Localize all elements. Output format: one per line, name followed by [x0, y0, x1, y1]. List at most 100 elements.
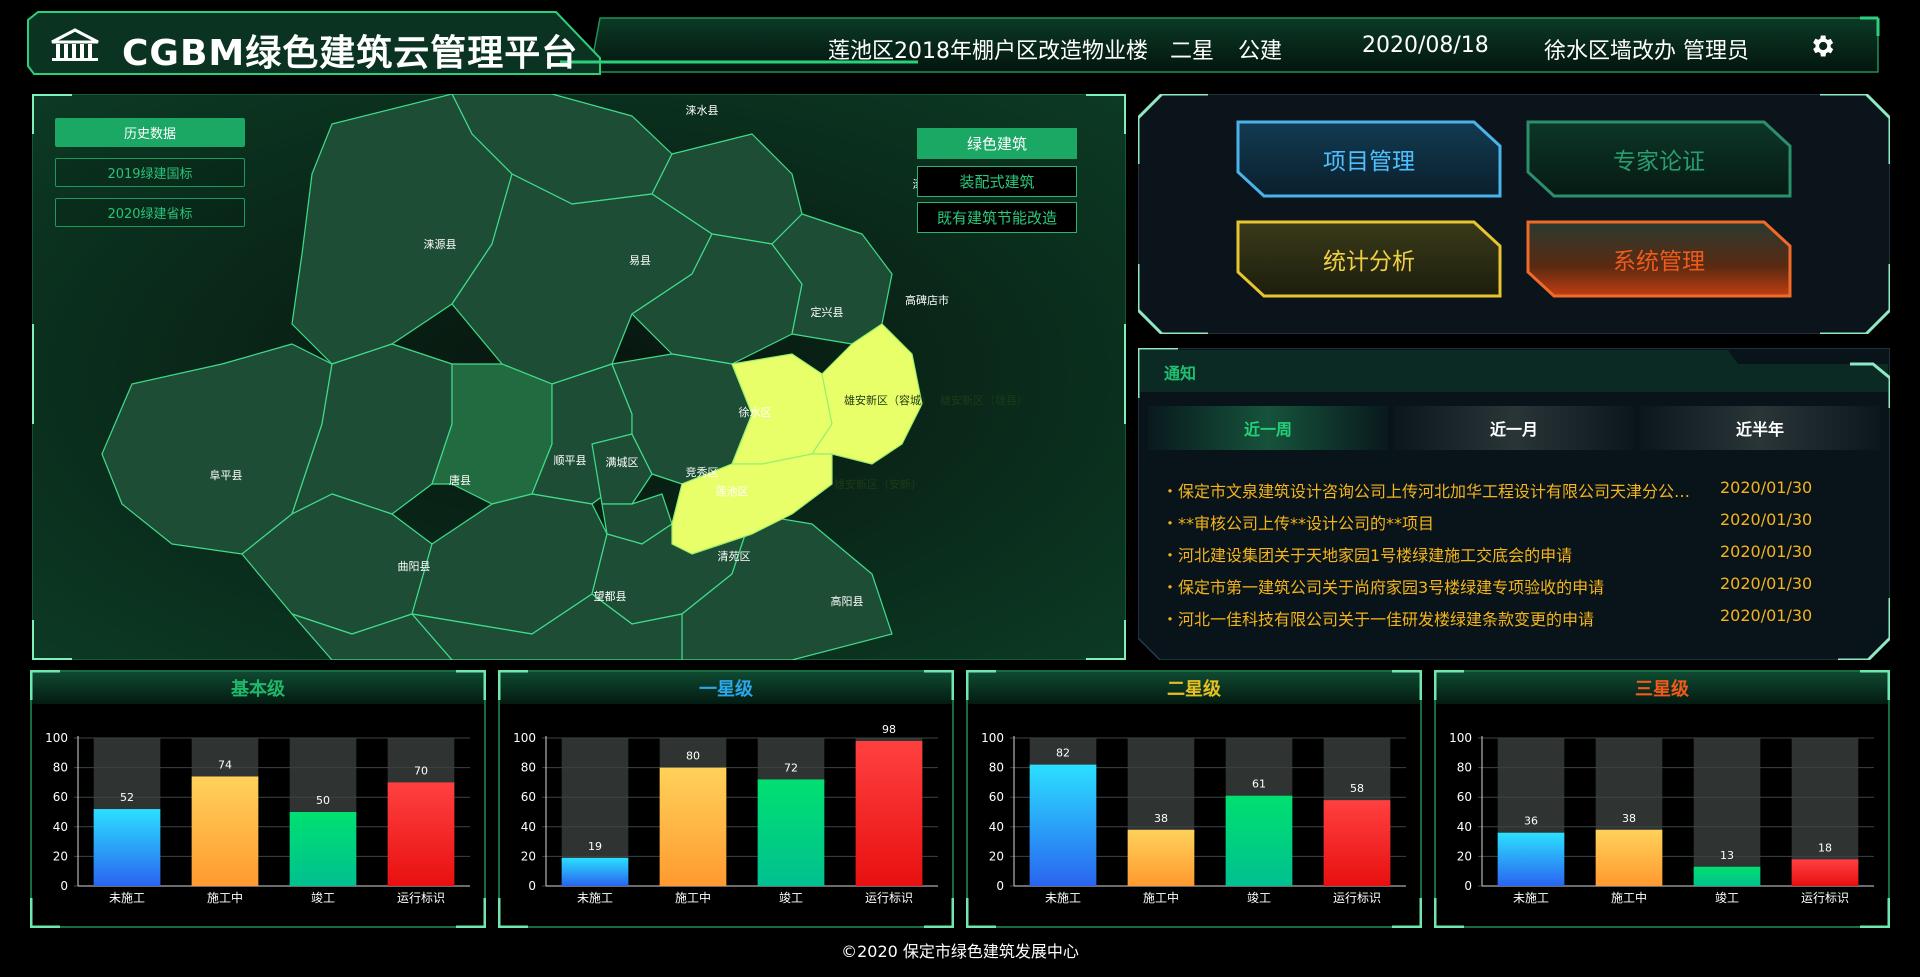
- notice-item[interactable]: ・河北一佳科技有限公司关于一佳研发楼绿建条款变更的申请 2020/01/30: [1162, 606, 1862, 630]
- x-tick-label: 运行标识: [397, 891, 445, 905]
- notice-text: ・河北建设集团关于天地家园1号楼绿建施工交底会的申请: [1162, 546, 1573, 565]
- system-management-label: 系统管理: [1613, 249, 1705, 275]
- bar-value-label: 38: [1622, 812, 1636, 825]
- bar-value-label: 74: [218, 758, 232, 771]
- tab-week[interactable]: 近一周: [1148, 406, 1388, 450]
- x-tick-label: 未施工: [577, 891, 613, 905]
- notice-item[interactable]: ・河北建设集团关于天地家园1号楼绿建施工交底会的申请 2020/01/30: [1162, 542, 1862, 566]
- x-tick-label: 未施工: [1045, 891, 1081, 905]
- bar-3: [1323, 800, 1391, 886]
- chart-card-three-star: 0 20 40 60 80 100 36 未施工 38 施工中 13 竣工 18 运行标识 三星级: [1434, 670, 1890, 928]
- bar-0: [1029, 764, 1097, 886]
- history-2019-button[interactable]: 2019绿建国标: [55, 158, 245, 187]
- bar-value-label: 50: [316, 794, 330, 807]
- y-tick-label: 20: [1457, 849, 1472, 863]
- y-tick-label: 20: [53, 849, 68, 863]
- bar-3: [387, 782, 455, 886]
- card-title: 基本级: [231, 679, 285, 700]
- y-tick-label: 40: [53, 820, 68, 834]
- y-tick-label: 40: [1457, 820, 1472, 834]
- x-tick-label: 施工中: [1611, 890, 1647, 905]
- bar-1: [1127, 829, 1195, 886]
- y-tick-label: 80: [1457, 761, 1472, 775]
- chart-card-two-star: 0 20 40 60 80 100 82 未施工 38 施工中 61 竣工 58 运行标识 二星级: [966, 670, 1422, 928]
- map-label-qingyuan: 清苑区: [718, 550, 751, 563]
- y-tick-label: 0: [1464, 879, 1472, 893]
- notice-date: 2020/01/30: [1720, 574, 1813, 593]
- expert-review-button[interactable]: 专家论证: [1526, 120, 1792, 198]
- map-label-quyang: 曲阳县: [398, 560, 431, 573]
- x-tick-label: 竣工: [1715, 890, 1739, 905]
- tab-month[interactable]: 近一月: [1394, 406, 1634, 450]
- y-tick-label: 60: [53, 790, 68, 804]
- app-title: CGBM绿色建筑云管理平台: [122, 33, 579, 74]
- bar-2: [289, 812, 357, 886]
- current-user[interactable]: 徐水区墙改办 管理员: [1544, 33, 1749, 65]
- gear-icon[interactable]: [1808, 32, 1836, 60]
- statistics-button[interactable]: 统计分析: [1236, 220, 1502, 298]
- x-tick-label: 竣工: [1247, 890, 1271, 905]
- map-label-rongcheng: 雄安新区（容城）: [844, 393, 932, 407]
- map-label-mancheng: 满城区: [606, 456, 639, 469]
- bar-value-label: 52: [120, 791, 134, 804]
- y-tick-label: 0: [60, 879, 68, 893]
- expert-review-label: 专家论证: [1613, 149, 1705, 175]
- bar-value-label: 82: [1056, 747, 1070, 760]
- x-tick-label: 运行标识: [1801, 891, 1849, 905]
- project-star: 二星: [1170, 39, 1215, 64]
- green-building-button[interactable]: 绿色建筑: [917, 128, 1077, 159]
- bar-value-label: 19: [588, 840, 602, 853]
- project-name[interactable]: 莲池区2018年棚户区改造物业楼: [828, 33, 1148, 65]
- y-tick-label: 20: [521, 849, 536, 863]
- y-tick-label: 100: [981, 731, 1004, 745]
- building-logo-icon: [51, 28, 99, 61]
- project-management-button[interactable]: 项目管理: [1236, 120, 1502, 198]
- map-label-lianchi: 莲池区: [716, 485, 749, 498]
- notice-item[interactable]: ・保定市文泉建筑设计咨询公司上传河北加华工程设计有限公司天津分公司设计项目 20…: [1162, 478, 1862, 502]
- y-tick-label: 80: [989, 761, 1004, 775]
- card-title: 一星级: [699, 679, 753, 700]
- bar-3: [1791, 859, 1859, 886]
- notice-item[interactable]: ・保定市第一建筑公司关于尚府家园3号楼绿建专项验收的申请 2020/01/30: [1162, 574, 1862, 598]
- statistics-label: 统计分析: [1323, 249, 1415, 275]
- prefab-building-button[interactable]: 装配式建筑: [917, 166, 1077, 197]
- map-label-fuping: 阜平县: [210, 469, 243, 482]
- bar-1: [1595, 829, 1663, 886]
- map-label-xushui: 徐水区: [739, 405, 772, 419]
- notice-date: 2020/01/30: [1720, 542, 1813, 561]
- x-tick-label: 竣工: [311, 890, 335, 905]
- x-tick-label: 竣工: [779, 890, 803, 905]
- map-label-wangdu: 望都县: [594, 590, 627, 603]
- system-management-button[interactable]: 系统管理: [1526, 220, 1792, 298]
- notice-item[interactable]: ・**审核公司上传**设计公司的**项目 2020/01/30: [1162, 510, 1862, 534]
- map-label-tangxian: 唐县: [449, 473, 471, 487]
- y-tick-label: 60: [1457, 790, 1472, 804]
- bar-value-label: 70: [414, 764, 428, 777]
- chart-card-basic: 0 20 40 60 80 100 52 未施工 74 施工中 50 竣工 70 运行标识 基本级: [30, 670, 486, 928]
- y-tick-label: 100: [45, 731, 68, 745]
- map-label-laiyuan: 涞源县: [424, 237, 457, 251]
- card-title: 三星级: [1635, 679, 1689, 700]
- notice-text: ・河北一佳科技有限公司关于一佳研发楼绿建条款变更的申请: [1162, 610, 1595, 629]
- map-label-gaobeidian: 高碑店市: [905, 293, 949, 307]
- map-label-anxin: 雄安新区（安新）: [834, 477, 922, 491]
- bar-value-label: 38: [1154, 812, 1168, 825]
- x-tick-label: 施工中: [675, 890, 711, 905]
- bar-2: [757, 779, 825, 886]
- y-tick-label: 40: [989, 820, 1004, 834]
- bar-value-label: 13: [1720, 849, 1734, 862]
- bar-value-label: 58: [1350, 782, 1364, 795]
- x-tick-label: 运行标识: [1333, 891, 1381, 905]
- y-tick-label: 60: [989, 790, 1004, 804]
- history-data-button[interactable]: 历史数据: [55, 118, 245, 147]
- notice-text: ・保定市第一建筑公司关于尚府家园3号楼绿建专项验收的申请: [1162, 578, 1605, 597]
- bar-value-label: 61: [1252, 778, 1266, 791]
- tab-half-year[interactable]: 近半年: [1640, 406, 1880, 450]
- bar-0: [93, 809, 161, 886]
- x-tick-label: 施工中: [1143, 890, 1179, 905]
- y-tick-label: 80: [521, 761, 536, 775]
- header-date: 2020/08/18: [1362, 33, 1489, 58]
- history-2020-button[interactable]: 2020绿建省标: [55, 198, 245, 227]
- y-tick-label: 100: [513, 731, 536, 745]
- retrofit-button[interactable]: 既有建筑节能改造: [917, 202, 1077, 233]
